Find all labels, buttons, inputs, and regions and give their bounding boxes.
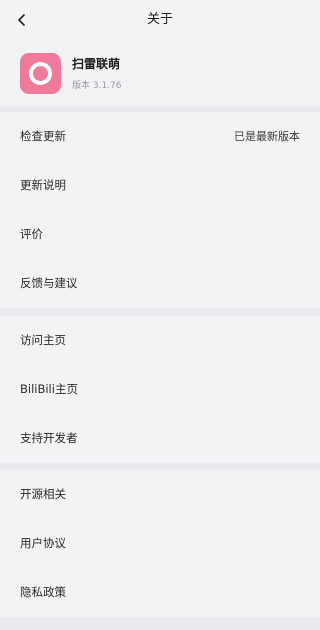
open-source-row[interactable]: 开源相关: [0, 470, 320, 519]
bilibili-row[interactable]: BiliBili主页: [0, 365, 320, 414]
page-title: 关于: [146, 12, 173, 27]
top-bar: 关于: [0, 0, 320, 40]
app-info-card: 扫雷联萌 版本 3.1.76: [0, 40, 320, 106]
row-label: 评价: [20, 227, 43, 241]
support-developer-row[interactable]: 支持开发者: [0, 414, 320, 463]
row-label: 开源相关: [20, 487, 66, 501]
release-notes-row[interactable]: 更新说明: [0, 161, 320, 210]
settings-group-legal: 开源相关 用户协议 隐私政策: [0, 470, 320, 617]
row-label: 用户协议: [20, 536, 66, 550]
settings-group-links: 访问主页 BiliBili主页 支持开发者: [0, 316, 320, 463]
row-label: 支持开发者: [20, 431, 78, 445]
row-label: 访问主页: [20, 333, 66, 347]
app-version: 版本 3.1.76: [72, 81, 122, 91]
homepage-row[interactable]: 访问主页: [0, 316, 320, 365]
settings-group-app: 检查更新 已是最新版本 更新说明 评价 反馈与建议: [0, 112, 320, 308]
about-page: 关于 扫雷联萌 版本 3.1.76 检查更新 已是最新版本 更新说明 评价 反馈…: [0, 0, 320, 630]
app-name: 扫雷联萌: [72, 57, 121, 71]
row-label: 检查更新: [20, 129, 66, 143]
privacy-policy-row[interactable]: 隐私政策: [0, 568, 320, 617]
row-label: 隐私政策: [20, 585, 66, 599]
feedback-row[interactable]: 反馈与建议: [0, 259, 320, 308]
row-label: 更新说明: [20, 178, 66, 192]
check-update-row[interactable]: 检查更新 已是最新版本: [0, 112, 320, 161]
app-ring-icon: [20, 53, 61, 94]
row-label: BiliBili主页: [20, 382, 78, 396]
row-label: 反馈与建议: [20, 276, 78, 290]
user-agreement-row[interactable]: 用户协议: [0, 519, 320, 568]
update-status: 已是最新版本: [234, 130, 300, 143]
rate-row[interactable]: 评价: [0, 210, 320, 259]
